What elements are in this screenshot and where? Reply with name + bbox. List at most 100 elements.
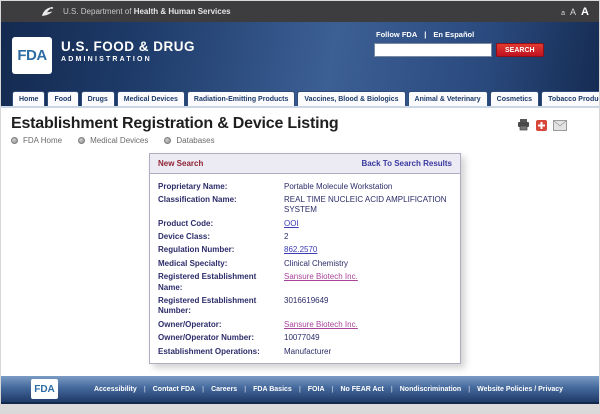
breadcrumb-item-databases[interactable]: Databases: [176, 136, 214, 145]
field-value: Sansure Biotech Inc.: [284, 320, 358, 330]
field-label: Establishment Operations:: [158, 347, 284, 357]
field-label: Product Code:: [158, 219, 284, 229]
table-row: Medical Specialty:Clinical Chemistry: [158, 257, 452, 270]
record-card-body: Proprietary Name:Portable Molecule Works…: [149, 174, 461, 364]
utility-divider: |: [424, 30, 426, 39]
table-row: Owner/Operator:Sansure Biotech Inc.: [158, 318, 452, 331]
field-value-link[interactable]: OOI: [284, 219, 299, 228]
nav-tab-food[interactable]: Food: [47, 91, 78, 106]
table-row: Proprietary Name:Portable Molecule Works…: [158, 180, 452, 193]
footer-link-nondiscrimination[interactable]: Nondiscrimination: [400, 386, 461, 393]
font-size-controls: a A A: [561, 6, 589, 18]
breadcrumb-item-medical-devices[interactable]: Medical Devices: [90, 136, 148, 145]
breadcrumb-bullet-icon: [11, 137, 18, 144]
font-size-small-button[interactable]: a: [561, 10, 565, 17]
field-label: Device Class:: [158, 232, 284, 242]
field-value-link[interactable]: Sansure Biotech Inc.: [284, 272, 358, 281]
record-card-header: New Search Back To Search Results: [149, 153, 461, 174]
field-value: REAL TIME NUCLEIC ACID AMPLIFICATION SYS…: [284, 195, 452, 216]
fda-header-band: FDA U.S. FOOD & DRUG ADMINISTRATION Foll…: [1, 22, 599, 106]
browser-page: U.S. Department of Health & Human Servic…: [0, 0, 600, 414]
print-icon[interactable]: [517, 119, 530, 131]
brand-line-2: ADMINISTRATION: [61, 56, 195, 63]
nav-tab-medical-devices[interactable]: Medical Devices: [117, 91, 185, 106]
table-row: Regulation Number:862.2570: [158, 244, 452, 257]
field-value: OOI: [284, 219, 299, 229]
header-search-zone: Follow FDA | En Español SEARCH: [374, 30, 539, 57]
footer-link-foia[interactable]: FOIA: [308, 386, 325, 393]
footer-link-separator: |: [468, 386, 470, 393]
field-label: Registered Establishment Number:: [158, 296, 284, 317]
footer-link-accessibility[interactable]: Accessibility: [94, 386, 137, 393]
primary-nav-tabs: HomeFoodDrugsMedical DevicesRadiation-Em…: [12, 91, 600, 106]
search-input[interactable]: [374, 43, 492, 57]
field-value-link[interactable]: 862.2570: [284, 245, 317, 254]
nav-tab-tobacco-products[interactable]: Tobacco Products: [541, 91, 600, 106]
nav-tab-animal-veterinary[interactable]: Animal & Veterinary: [408, 91, 488, 106]
follow-fda-link[interactable]: Follow FDA: [376, 30, 417, 39]
field-label: Classification Name:: [158, 195, 284, 216]
field-label: Regulation Number:: [158, 245, 284, 255]
footer-links: Accessibility | Contact FDA | Careers | FDA Ba…: [58, 386, 599, 393]
field-value: 862.2570: [284, 245, 317, 255]
page-title: Establishment Registration & Device List…: [11, 115, 338, 133]
fda-logo[interactable]: FDA: [12, 37, 52, 74]
breadcrumb: FDA Home Medical Devices Databases: [11, 136, 589, 145]
field-label: Owner/Operator Number:: [158, 333, 284, 343]
field-value: 2: [284, 232, 288, 242]
email-icon[interactable]: [553, 120, 567, 131]
field-label: Owner/Operator:: [158, 320, 284, 330]
table-row: Owner/Operator Number:10077049: [158, 332, 452, 345]
field-label: Proprietary Name:: [158, 182, 284, 192]
table-row: Establishment Operations:Manufacturer: [158, 345, 452, 358]
back-to-search-results-link[interactable]: Back To Search Results: [361, 159, 452, 168]
footer-link-separator: |: [299, 386, 301, 393]
nav-tab-radiation-emitting-products[interactable]: Radiation-Emitting Products: [187, 91, 296, 106]
search-row: SEARCH: [374, 43, 539, 57]
bottom-gray-strip: [1, 404, 599, 414]
footer-link-contact-fda[interactable]: Contact FDA: [153, 386, 195, 393]
brand-line-1: U.S. FOOD & DRUG: [61, 39, 195, 54]
device-record-card: New Search Back To Search Results Propri…: [149, 153, 461, 364]
hhs-top-bar: U.S. Department of Health & Human Servic…: [1, 1, 599, 22]
footer-link-separator: |: [144, 386, 146, 393]
table-row: Device Class:2: [158, 231, 452, 244]
field-label: Registered Establishment Name:: [158, 272, 284, 293]
breadcrumb-bullet-icon: [78, 137, 85, 144]
breadcrumb-bullet-icon: [164, 137, 171, 144]
hhs-department-label[interactable]: U.S. Department of Health & Human Servic…: [63, 7, 231, 16]
search-button[interactable]: SEARCH: [496, 43, 544, 57]
table-row: Classification Name:REAL TIME NUCLEIC AC…: [158, 193, 452, 217]
nav-tab-cosmetics[interactable]: Cosmetics: [490, 91, 539, 106]
footer-link-website-policies-privacy[interactable]: Website Policies / Privacy: [477, 386, 563, 393]
header-utility-links: Follow FDA | En Español: [374, 30, 539, 39]
breadcrumb-item-fda-home[interactable]: FDA Home: [23, 136, 62, 145]
field-value: Sansure Biotech Inc.: [284, 272, 358, 293]
en-espanol-link[interactable]: En Español: [433, 30, 474, 39]
font-size-medium-button[interactable]: A: [570, 7, 576, 17]
table-row: Registered Establishment Name:Sansure Bi…: [158, 271, 452, 295]
nav-tab-drugs[interactable]: Drugs: [81, 91, 115, 106]
field-value: 3016619649: [284, 296, 329, 317]
hhs-eagle-icon: [41, 5, 55, 18]
table-row: Product Code:OOI: [158, 217, 452, 230]
footer-link-separator: |: [202, 386, 204, 393]
field-value-link[interactable]: Sansure Biotech Inc.: [284, 320, 358, 329]
field-value: Portable Molecule Workstation: [284, 182, 392, 192]
footer-link-separator: |: [332, 386, 334, 393]
footer-link-fda-basics[interactable]: FDA Basics: [253, 386, 292, 393]
footer-link-separator: |: [244, 386, 246, 393]
title-row: Establishment Registration & Device List…: [11, 115, 589, 133]
new-search-link[interactable]: New Search: [158, 159, 203, 168]
footer-link-careers[interactable]: Careers: [211, 386, 237, 393]
field-value: Manufacturer: [284, 347, 331, 357]
share-icon[interactable]: [536, 120, 547, 131]
site-footer: FDA Accessibility | Contact FDA | Careers | FD…: [1, 376, 599, 404]
field-value: Clinical Chemistry: [284, 259, 348, 269]
table-row: Registered Establishment Number:30166196…: [158, 295, 452, 319]
nav-tab-home[interactable]: Home: [12, 91, 45, 106]
footer-link-no-fear-act[interactable]: No FEAR Act: [340, 386, 383, 393]
font-size-large-button[interactable]: A: [581, 6, 589, 18]
footer-fda-logo[interactable]: FDA: [31, 379, 58, 399]
nav-tab-vaccines-blood-biologics[interactable]: Vaccines, Blood & Biologics: [297, 91, 405, 106]
